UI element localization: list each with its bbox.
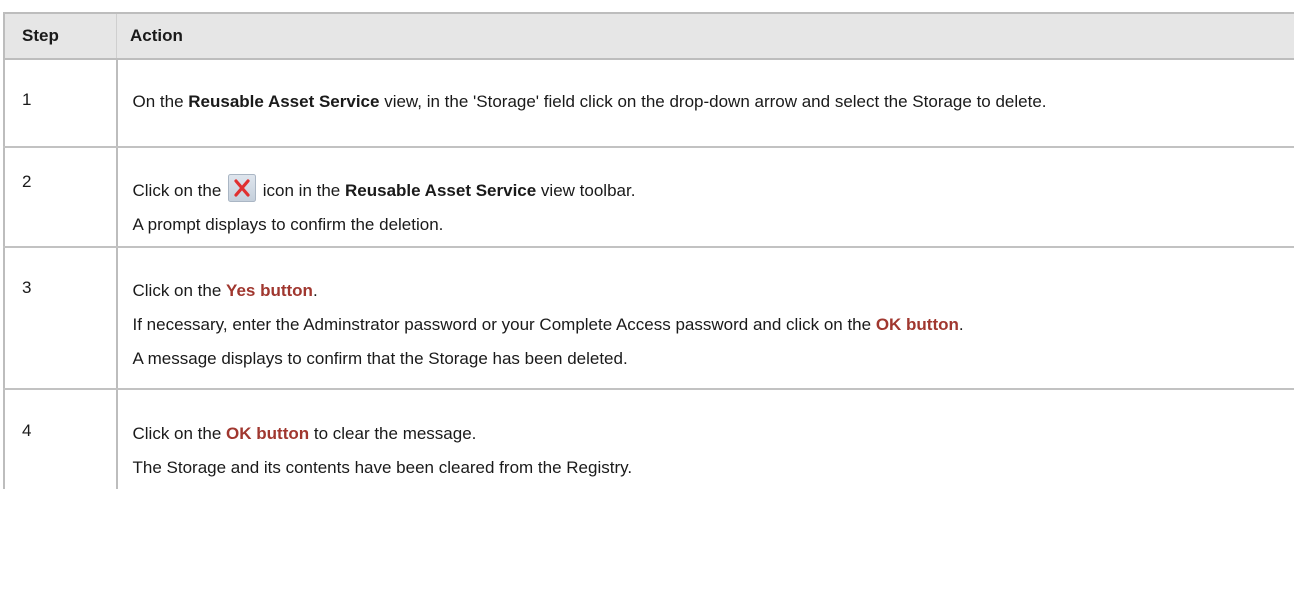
action-text: Click on the [132, 424, 227, 443]
action-text: view toolbar. [536, 181, 636, 200]
action-text: to clear the message. [309, 424, 477, 443]
table-row: 3 Click on the Yes button. If necessary,… [3, 247, 1294, 390]
action-text: . [958, 315, 964, 334]
step-action: Click on the icon in the Reusable Asset … [116, 147, 1294, 248]
yes-button-reference: Yes button [226, 281, 313, 300]
action-text: Click on the [132, 281, 227, 300]
table-row: 2 Click on the icon in the Reusable Asse… [3, 147, 1294, 248]
column-header-step: Step [3, 12, 117, 60]
ok-button-reference: OK button [875, 315, 959, 334]
step-number: 3 [3, 247, 118, 390]
table-row: 1 On the Reusable Asset Service view, in… [3, 59, 1294, 148]
action-line: The Storage and its contents have been c… [132, 458, 633, 477]
action-text: If necessary, enter the Adminstrator pas… [132, 315, 876, 334]
delete-x-icon [228, 174, 257, 202]
action-line: Click on the OK button to clear the mess… [133, 421, 1275, 446]
ok-button-reference: OK button [226, 424, 310, 443]
step-action: Click on the Yes button. If necessary, e… [116, 247, 1294, 390]
column-header-action: Action [116, 12, 1294, 60]
step-number: 2 [3, 147, 118, 248]
steps-table: Step Action 1 On the Reusable Asset Serv… [3, 12, 1294, 489]
action-line: A prompt displays to confirm the deletio… [132, 215, 444, 234]
step-number: 1 [3, 59, 118, 148]
action-line: A message displays to confirm that the S… [132, 349, 628, 368]
action-text: . [312, 281, 318, 300]
action-line: On the Reusable Asset Service view, in t… [133, 89, 1275, 114]
action-text: view, in the 'Storage' field click on th… [379, 92, 1047, 111]
action-line: If necessary, enter the Adminstrator pas… [133, 312, 1275, 337]
ui-name: Reusable Asset Service [188, 92, 380, 111]
step-action: Click on the OK button to clear the mess… [117, 389, 1294, 489]
ui-name: Reusable Asset Service [345, 181, 537, 200]
action-line: Click on the Yes button. [133, 278, 1275, 303]
action-text: Click on the [132, 181, 227, 200]
step-number: 4 [3, 389, 118, 489]
action-text: icon in the [258, 181, 345, 200]
action-line: Click on the icon in the Reusable Asset … [133, 174, 1275, 203]
table-header-row: Step Action [3, 12, 1294, 60]
action-text: On the [132, 92, 189, 111]
table-row: 4 Click on the OK button to clear the me… [3, 389, 1294, 489]
step-action: On the Reusable Asset Service view, in t… [116, 59, 1294, 148]
